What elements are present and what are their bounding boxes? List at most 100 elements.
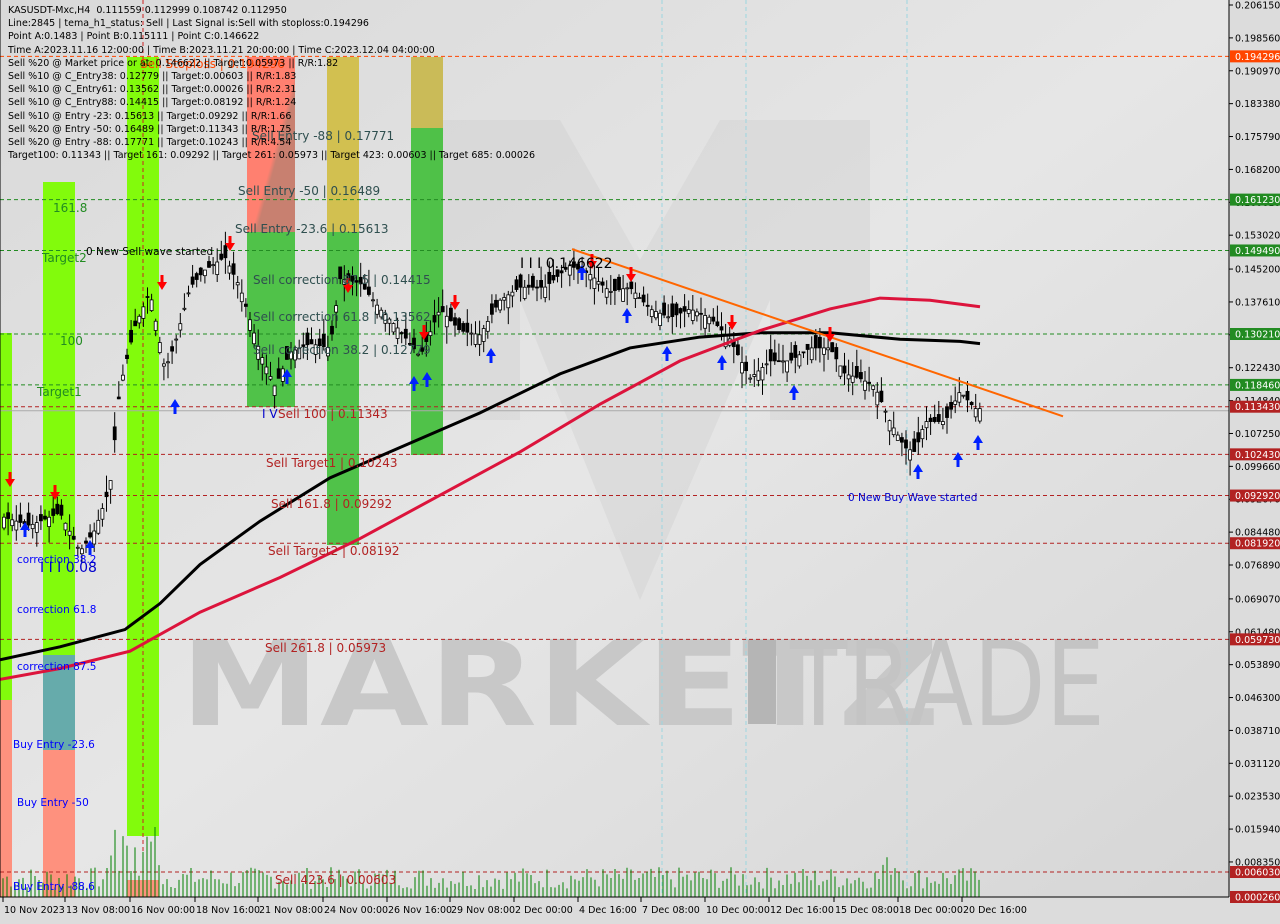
candle-body xyxy=(719,326,724,331)
info-panel: KASUSDT-Mxc,H4 0.111559 0.112999 0.10874… xyxy=(8,4,535,162)
candle-body xyxy=(875,391,880,406)
fib-label: correction 61.8 xyxy=(17,604,96,616)
time-tick-label: 15 Dec 08:00 xyxy=(835,905,899,916)
candle-body xyxy=(141,306,146,319)
candle-body xyxy=(215,261,220,275)
candle-body xyxy=(813,335,818,349)
candle-body xyxy=(965,390,970,401)
candle-body xyxy=(477,334,482,345)
candle-body xyxy=(436,311,441,316)
wave-annotation: I I I 0.08 xyxy=(40,560,97,576)
candle-body xyxy=(674,303,679,316)
candle-body xyxy=(744,361,748,372)
candle-body xyxy=(96,519,101,534)
candle-body xyxy=(71,535,76,540)
candle-body xyxy=(457,318,462,331)
candle-body xyxy=(170,346,175,352)
fib-label: Buy Entry -88.6 xyxy=(13,881,95,893)
level-label: Sell Entry -23.6 | 0.15613 xyxy=(235,222,389,236)
candle-body xyxy=(854,366,859,378)
candle-body xyxy=(805,343,810,350)
candle-body xyxy=(202,269,207,277)
price-tick-label: 0.015940 xyxy=(1235,825,1280,836)
candle-body xyxy=(506,294,511,309)
candle-body xyxy=(658,312,662,326)
candle-body xyxy=(129,329,134,343)
candle-body xyxy=(768,349,773,362)
candle-body xyxy=(510,291,515,297)
candle-body xyxy=(539,280,543,288)
candle-body xyxy=(666,316,671,319)
level-label: Sell Target1 | 0.10243 xyxy=(266,456,398,470)
candle-body xyxy=(670,303,675,317)
candle-body xyxy=(18,514,23,523)
level-label: Sell correction 61.8 | 0.13562 xyxy=(253,310,431,324)
candle-body xyxy=(88,532,92,538)
time-tick-label: 10 Dec 00:00 xyxy=(706,905,770,916)
level-label: Sell correction 38.2 | 0.12779 xyxy=(253,343,431,357)
info-line: Sell %10 @ C_Entry88: 0.14415 || Target:… xyxy=(8,97,297,109)
candle-body xyxy=(276,368,281,379)
candle-body xyxy=(494,299,498,308)
candle-body xyxy=(883,410,888,413)
candle-body xyxy=(953,400,958,405)
level-label: Sell Target2 | 0.08192 xyxy=(268,544,400,558)
candle-body xyxy=(34,522,39,533)
candle-body xyxy=(485,320,490,332)
level-label: Sell 261.8 | 0.05973 xyxy=(265,641,386,655)
price-tag-label: 0.059730 xyxy=(1235,635,1280,646)
candle-body xyxy=(518,274,523,288)
candle-body xyxy=(178,323,183,331)
candle-body xyxy=(440,306,445,313)
candle-body xyxy=(543,286,548,298)
candle-body xyxy=(231,263,236,275)
price-tick-label: 0.053890 xyxy=(1235,660,1280,671)
candle-body xyxy=(157,342,162,354)
watermark-bar xyxy=(748,640,776,724)
candle-body xyxy=(498,299,503,311)
price-tag-label: 0.006030 xyxy=(1235,868,1280,879)
price-tick-label: 0.076890 xyxy=(1235,561,1280,572)
time-tick-label: 18 Nov 16:00 xyxy=(196,905,260,916)
price-tag-label: 0.118460 xyxy=(1235,380,1280,391)
candle-body xyxy=(59,504,64,516)
candle-body xyxy=(104,491,109,498)
candle-body xyxy=(133,320,138,327)
candle-body xyxy=(469,332,474,335)
candle-body xyxy=(654,311,658,319)
candle-body xyxy=(145,296,150,298)
price-tick-label: 0.038710 xyxy=(1235,726,1280,737)
candle-body xyxy=(900,437,904,443)
candle-body xyxy=(75,546,80,549)
candle-body xyxy=(977,408,982,422)
candle-body xyxy=(395,327,400,339)
candle-body xyxy=(243,303,248,307)
price-tag-label: 0.161230 xyxy=(1235,195,1280,206)
candle-body xyxy=(764,363,769,366)
candle-body xyxy=(846,374,851,380)
info-line: Sell %20 @ Market price or at: 0.146622 … xyxy=(8,57,339,69)
info-line: Sell %20 @ Entry -50: 0.16489 || Target:… xyxy=(8,123,292,135)
candle-body xyxy=(547,271,552,284)
price-tick-label: 0.153020 xyxy=(1235,231,1280,242)
time-tick-label: 4 Dec 16:00 xyxy=(579,905,637,916)
candle-body xyxy=(248,319,252,331)
candle-body xyxy=(186,292,191,295)
price-tick-label: 0.190970 xyxy=(1235,66,1280,77)
candle-body xyxy=(514,279,519,290)
candle-body xyxy=(272,385,277,396)
candle-body xyxy=(949,401,953,410)
candle-body xyxy=(703,315,707,329)
candle-body xyxy=(465,322,470,333)
candle-body xyxy=(649,309,654,317)
candle-body xyxy=(260,357,265,365)
price-tick-label: 0.099660 xyxy=(1235,462,1280,473)
info-line: Target100: 0.11343 || Target 161: 0.0929… xyxy=(8,150,535,162)
candle-body xyxy=(904,439,908,449)
candle-body xyxy=(2,516,6,529)
candle-body xyxy=(871,385,876,390)
candle-body xyxy=(887,420,892,432)
candle-body xyxy=(973,408,978,418)
candle-body xyxy=(908,449,912,461)
price-tag-label: 0.194296 xyxy=(1235,52,1280,63)
